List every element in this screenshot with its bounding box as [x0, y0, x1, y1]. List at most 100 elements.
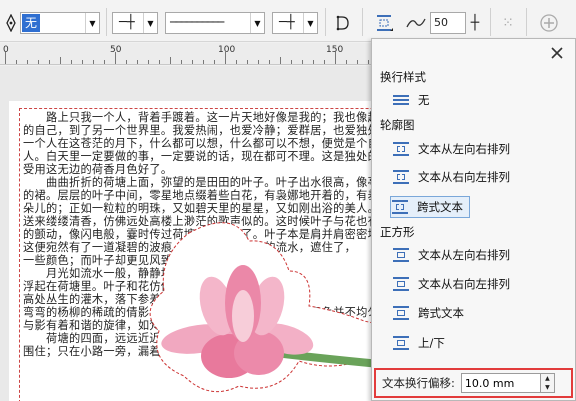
ruler-tick [346, 60, 347, 64]
wrap-option-square-rtl[interactable]: 文本从右向左排列 [392, 273, 510, 295]
property-bar: 无 ▼ ─┼ ▼ ────────── ▼ ─┼ ▼ 50 ┼ ⁙ [0, 0, 576, 42]
ruler-tick [247, 60, 248, 64]
ruler-tick [93, 60, 94, 64]
separator [490, 8, 491, 36]
separator [106, 8, 107, 36]
text-line: 一个人在这苍茫的月下，什么都可以想，什么都可以不想，便觉是个自由的 [23, 137, 403, 150]
ruler-tick [324, 60, 325, 64]
wrap-option-contour-ltr[interactable]: 文本从左向右排列 [392, 138, 510, 160]
contour-straddle-icon [391, 199, 409, 215]
wrap-option-label: 跨式文本 [418, 306, 464, 320]
add-icon[interactable] [536, 10, 562, 36]
smoothness-input[interactable]: 50 [430, 12, 466, 34]
wrap-offset-row: 文本换行偏移: ▲ ▼ [374, 368, 573, 398]
outline-width-glyph: ─┼ [119, 15, 135, 30]
chevron-down-icon[interactable]: ▼ [303, 13, 317, 33]
contour-rtl-icon [392, 169, 410, 185]
wrap-option-label: 无 [418, 93, 430, 107]
ruler-tick [181, 60, 182, 64]
ruler-tick [49, 60, 50, 64]
ruler-tick [236, 60, 237, 64]
top-bottom-icon [392, 335, 410, 351]
separator [325, 8, 326, 36]
section-square: 正方形 [380, 225, 415, 239]
contour-ltr-icon [392, 141, 410, 157]
ruler-tick [159, 60, 160, 64]
separator [362, 8, 363, 36]
wrap-option-label: 跨式文本 [417, 200, 463, 214]
grid-dots-icon[interactable]: ⁙ [497, 12, 519, 34]
wrap-offset-input[interactable] [460, 373, 541, 393]
ruler-tick [71, 60, 72, 64]
arrow-style-glyph: ─┼ [279, 15, 295, 30]
ruler-tick [60, 57, 61, 64]
spin-down-icon[interactable]: ▼ [545, 384, 550, 391]
ruler-tick [258, 60, 259, 64]
wrap-option-none[interactable]: 无 [392, 89, 430, 111]
separator [526, 8, 527, 36]
fill-color-dropdown[interactable]: 无 ▼ [20, 12, 100, 34]
ruler-tick [335, 52, 336, 64]
wrap-option-label: 文本从左向右排列 [418, 142, 510, 156]
square-ltr-icon [392, 247, 410, 263]
ruler-tick [225, 52, 226, 64]
ruler-tick [368, 60, 369, 64]
smoothness-value: 50 [434, 16, 448, 29]
ruler-tick [27, 60, 28, 64]
smoothness-slider-icon[interactable]: ┼ [467, 12, 483, 34]
wrap-option-label: 上/下 [418, 336, 445, 350]
ruler-tick [203, 60, 204, 64]
ruler-tick [269, 60, 270, 64]
ruler-tick [16, 60, 17, 64]
ruler-number: 100 [218, 45, 236, 55]
text-line: 受用这无边的荷香月色好了。 [23, 163, 173, 176]
wrap-option-contour-rtl[interactable]: 文本从右向左排列 [392, 166, 510, 188]
fill-value: 无 [22, 14, 41, 32]
arrow-style-dropdown[interactable]: ─┼ ▼ [272, 12, 318, 34]
outline-width-dropdown[interactable]: ─┼ ▼ [112, 12, 158, 34]
ruler-tick [38, 60, 39, 64]
chevron-down-icon[interactable]: ▼ [250, 13, 264, 33]
ruler-tick [214, 60, 215, 64]
wrap-option-label: 文本从右向左排列 [418, 277, 510, 291]
ruler-tick [170, 57, 171, 64]
ruler-tick [148, 60, 149, 64]
close-curve-icon[interactable] [331, 12, 355, 34]
section-wrap-style: 换行样式 [380, 70, 426, 84]
ruler-tick [291, 60, 292, 64]
ruler-tick [357, 60, 358, 64]
pen-nib-icon [3, 13, 19, 33]
section-contour: 轮廓图 [380, 118, 415, 132]
square-straddle-icon [392, 305, 410, 321]
chevron-down-icon[interactable]: ▼ [143, 13, 157, 33]
ruler-tick [126, 60, 127, 64]
text-wrap-icon[interactable] [372, 10, 396, 36]
text-line: 曲曲折折的荷塘上面，弥望的是田田的叶子。叶子出水很高，像亭亭的舞女 [23, 176, 426, 189]
ruler-tick [280, 57, 281, 64]
wrap-offset-label: 文本换行偏移: [382, 376, 455, 390]
wrap-option-contour-straddle[interactable]: 跨式文本 [390, 196, 470, 218]
wrap-offset-spinner[interactable]: ▲ ▼ [540, 373, 555, 393]
text-line: 路上只我一个人，背着手踱着。这一片天地好像是我的；我也像超出了平常 [23, 111, 426, 124]
chevron-down-icon[interactable]: ▼ [85, 13, 99, 33]
smoothness-icon [404, 11, 428, 35]
wrap-option-label: 文本从右向左排列 [418, 170, 510, 184]
wrap-option-top-bottom[interactable]: 上/下 [392, 332, 445, 354]
wrap-none-icon [392, 92, 410, 108]
text-line: 的裙。层层的叶子中间，零星地点缀着些白花，有袅娜地开着的，有羞涩地打着 [23, 189, 426, 202]
line-style-sample: ────────── [170, 15, 224, 29]
ruler-tick [115, 52, 116, 64]
wrap-option-square-straddle[interactable]: 跨式文本 [392, 302, 464, 324]
ruler-tick [82, 60, 83, 64]
ruler-tick [104, 60, 105, 64]
spin-up-icon[interactable]: ▲ [545, 375, 550, 382]
wrap-option-square-ltr[interactable]: 文本从左向右排列 [392, 244, 510, 266]
ruler-tick [313, 60, 314, 64]
close-icon[interactable] [549, 45, 565, 61]
text-wrap-flyout: 换行样式 无 轮廓图 文本从左向右排列 文本从右向左排列 跨式文本 正方形 文本… [371, 38, 576, 401]
ruler-tick [137, 60, 138, 64]
ruler-tick [192, 60, 193, 64]
ruler-tick [302, 60, 303, 64]
line-style-dropdown[interactable]: ────────── ▼ [165, 12, 265, 34]
square-rtl-icon [392, 276, 410, 292]
